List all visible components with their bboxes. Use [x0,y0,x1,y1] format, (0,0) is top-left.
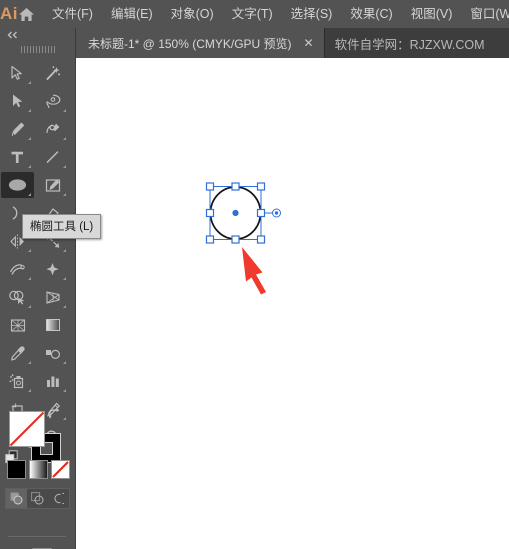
free-transform-tool[interactable] [36,256,69,282]
draw-inside-mode[interactable] [48,489,69,508]
type-tool[interactable] [1,144,34,170]
menu-item-list: 文件(F) 编辑(E) 对象(O) 文字(T) 选择(S) 效果(C) 视图(V… [43,0,509,28]
draw-normal-mode[interactable] [6,489,27,508]
blend-tool[interactable] [36,340,69,366]
tool-flyout-indicator [63,193,66,196]
direct-selection-tool[interactable] [1,88,34,114]
tool-flyout-indicator [28,361,31,364]
close-icon[interactable]: ✕ [303,37,315,49]
swap-fill-stroke-icon[interactable] [48,407,61,425]
draw-mode-buttons [5,488,70,509]
color-mode-none[interactable] [51,460,70,479]
tool-flyout-indicator [63,361,66,364]
menu-bar: Ai 文件(F) 编辑(E) 对象(O) 文字(T) 选择(S) 效果(C) 视… [0,0,509,28]
color-mode-buttons [7,460,70,479]
annotation-arrow [242,247,266,295]
tool-flyout-indicator [28,109,31,112]
app-logo: Ai [0,4,18,23]
menu-edit[interactable]: 编辑(E) [102,0,162,28]
symbol-sprayer-tool[interactable] [1,368,34,394]
tool-flyout-indicator [28,137,31,140]
color-mode-gradient[interactable] [29,460,48,479]
drag-grip-dots [20,45,55,53]
watermark-label: 软件自学网：RJZXW.COM [334,37,485,52]
tool-flyout-indicator [28,165,31,168]
paintbrush-tool[interactable] [36,172,69,198]
tool-flyout-indicator [28,81,31,84]
tools-panel: 椭圆工具 (L) [0,28,102,549]
tool-flyout-indicator [63,277,66,280]
gradient-tool[interactable] [36,312,69,338]
menu-type[interactable]: 文字(T) [223,0,282,28]
none-slash-icon [52,461,69,478]
menu-view[interactable]: 视图(V) [402,0,462,28]
draw-behind-mode[interactable] [27,489,48,508]
tool-flyout-indicator [63,389,66,392]
collapse-panel-button[interactable] [0,28,75,42]
perspective-grid-tool[interactable] [36,284,69,310]
change-screen-mode-button[interactable] [0,543,75,549]
tool-panel-divider [8,536,66,537]
curvature-tool[interactable] [36,116,69,142]
pen-tool[interactable] [1,116,34,142]
shape-builder-tool[interactable] [1,284,34,310]
canvas-content [205,182,281,295]
color-controls [0,405,75,549]
tool-flyout-indicator [28,305,31,308]
document-tab-bar: 未标题-1* @ 150% (CMYK/GPU 预览) ✕ 软件自学网：RJZX… [75,28,509,58]
panel-drag-handle[interactable] [0,42,75,56]
watermark-label-container: 软件自学网：RJZXW.COM [325,28,495,58]
lasso-tool[interactable] [36,88,69,114]
menu-object[interactable]: 对象(O) [162,0,223,28]
rotate-handle-inner [274,211,279,215]
magic-wand-tool[interactable] [36,60,69,86]
mesh-tool[interactable] [1,312,34,338]
menu-window[interactable]: 窗口(W [461,0,509,28]
tool-flyout-indicator [28,249,31,252]
fill-stroke-swatches [0,405,75,467]
width-tool[interactable] [1,256,34,282]
tool-flyout-indicator [63,109,66,112]
document-tab-label: 未标题-1* @ 150% (CMYK/GPU 预览) [88,36,292,51]
document-tab-active[interactable]: 未标题-1* @ 150% (CMYK/GPU 预览) ✕ [75,28,325,58]
line-segment-tool[interactable] [36,144,69,170]
tool-flyout-indicator [28,389,31,392]
no-fill-slash-icon [9,411,45,447]
selection-tool[interactable] [1,60,34,86]
home-icon[interactable] [18,0,35,28]
tool-flyout-indicator [63,305,66,308]
menu-effect[interactable]: 效果(C) [341,0,401,28]
menu-file[interactable]: 文件(F) [43,0,102,28]
column-graph-tool[interactable] [36,368,69,394]
ellipse-tool[interactable] [1,172,34,198]
artboard-canvas[interactable] [76,58,509,549]
tool-flyout-indicator [28,277,31,280]
color-mode-solid[interactable] [7,460,26,479]
illustrator-window: Ai 文件(F) 编辑(E) 对象(O) 文字(T) 选择(S) 效果(C) 视… [0,0,509,549]
tool-grid [0,56,75,451]
eyedropper-tool[interactable] [1,340,34,366]
menu-select[interactable]: 选择(S) [282,0,342,28]
tool-tooltip: 椭圆工具 (L) [22,214,102,239]
fill-swatch[interactable] [9,411,45,447]
anchor-center-point [232,209,239,217]
tool-flyout-indicator [28,193,31,196]
tool-flyout-indicator [63,137,66,140]
tool-flyout-indicator [63,249,66,252]
tool-flyout-indicator [63,165,66,168]
